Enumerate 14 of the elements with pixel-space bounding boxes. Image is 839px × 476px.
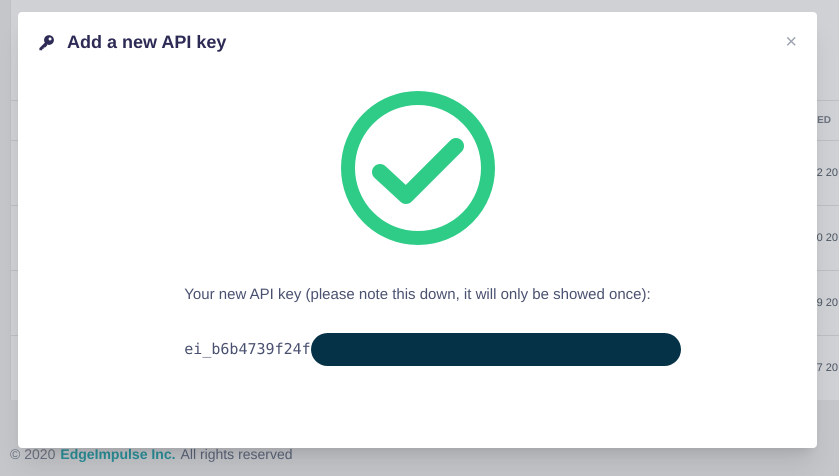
api-key-text: ei_b6b4739f24f <box>184 338 311 360</box>
table-cell-text: 9 20 <box>816 296 838 311</box>
close-button[interactable]: × <box>785 32 797 52</box>
table-cell-text: 7 20 <box>816 360 838 376</box>
key-icon <box>38 34 55 50</box>
copyright-text: © 2020 <box>10 445 56 464</box>
table-cell-text: 2 20 <box>816 166 838 181</box>
table-cell-text: 0 20 <box>816 230 838 246</box>
column-header: ED <box>817 114 831 128</box>
dialog-title: Add a new API key <box>67 30 228 54</box>
rights-text: All rights reserved <box>180 445 293 464</box>
message-text: Your new API key (please note this down, it will only be showed once): <box>184 285 651 305</box>
company-link[interactable]: EdgeImpulse Inc. <box>60 444 176 465</box>
checkmark-circle-icon <box>340 90 496 246</box>
